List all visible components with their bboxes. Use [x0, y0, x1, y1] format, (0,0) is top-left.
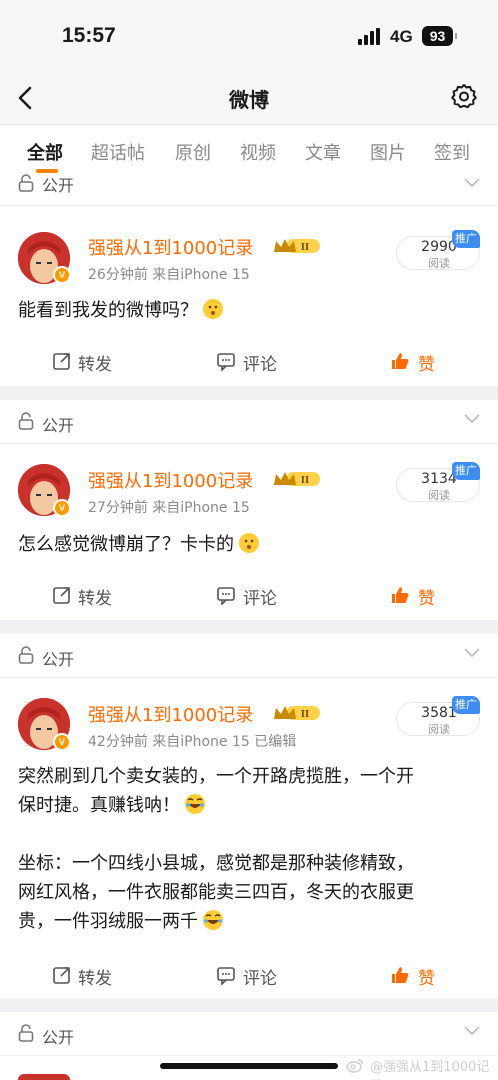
- repost-button[interactable]: 转发: [78, 964, 112, 989]
- username[interactable]: 强强从1到1000记录: [88, 467, 253, 493]
- tab-checkin[interactable]: 签到: [434, 139, 470, 165]
- promote-badge[interactable]: 推广: [452, 230, 480, 248]
- repost-icon: [53, 353, 70, 370]
- post-actions: 转发 评论 赞: [0, 576, 498, 616]
- emoji-icon: [203, 910, 223, 930]
- comment-button[interactable]: 评论: [243, 964, 277, 989]
- comment-icon: [217, 967, 235, 985]
- visibility-row[interactable]: 公开: [0, 634, 498, 678]
- verified-badge-icon: V: [53, 266, 71, 284]
- post-meta: 42分钟前 来自iPhone 15 已编辑: [88, 734, 297, 750]
- post-actions: 转发 评论 赞: [0, 956, 498, 996]
- lock-icon: [18, 646, 34, 664]
- post-meta: 26分钟前 来自iPhone 15: [88, 267, 250, 283]
- like-button[interactable]: 赞: [418, 584, 435, 609]
- crown-icon: II: [274, 239, 320, 253]
- watermark: @强强从1到1000记录: [370, 1060, 490, 1080]
- verified-badge-icon: V: [53, 499, 71, 517]
- visibility-label: 公开: [42, 650, 75, 669]
- chevron-down-icon[interactable]: [464, 1024, 480, 1036]
- content-line: 保时捷。真赚钱呐！: [18, 791, 478, 820]
- username[interactable]: 强强从1到1000记录: [88, 234, 253, 260]
- chevron-down-icon[interactable]: [464, 412, 480, 424]
- tab-article[interactable]: 文章: [305, 139, 341, 165]
- gear-icon[interactable]: [450, 82, 478, 110]
- svg-text:II: II: [301, 243, 309, 253]
- post-card: 公开 V 强强从1到1000记录 II 42分钟前 来自iPhone 15 已编…: [0, 634, 498, 998]
- nav-bar: 微博: [0, 72, 498, 124]
- emoji-icon: [203, 299, 223, 319]
- tab-image[interactable]: 图片: [370, 139, 406, 165]
- content-line: 贵，一件羽绒服一两千: [18, 907, 478, 936]
- post-meta: 27分钟前 来自iPhone 15: [88, 500, 250, 516]
- thumbs-up-icon: [392, 967, 409, 983]
- tab-super-topic[interactable]: 超话帖: [91, 139, 145, 165]
- post-actions: 转发 评论 赞: [0, 342, 498, 382]
- like-button[interactable]: 赞: [418, 964, 435, 989]
- comment-button[interactable]: 评论: [243, 350, 277, 375]
- read-label: 阅读: [428, 257, 450, 270]
- promote-badge[interactable]: 推广: [452, 696, 480, 714]
- content-line: 坐标：一个四线小县城，感觉都是那种装修精致，: [18, 853, 414, 874]
- promote-badge[interactable]: 推广: [452, 462, 480, 480]
- verified-badge-icon: V: [53, 733, 71, 751]
- like-button[interactable]: 赞: [418, 350, 435, 375]
- post-card: 公开 V 强强从1到1000记录 II 27分钟前 来自iPhone 15 31…: [0, 400, 498, 620]
- svg-text:II: II: [301, 710, 309, 720]
- lock-icon: [18, 412, 34, 430]
- chevron-down-icon[interactable]: [464, 176, 480, 188]
- visibility-label: 公开: [42, 416, 75, 435]
- repost-button[interactable]: 转发: [78, 350, 112, 375]
- avatar[interactable]: [18, 1074, 70, 1080]
- signal-icon: [358, 28, 380, 45]
- comment-icon: [217, 587, 235, 605]
- status-bar: 15:57 4G 93: [0, 0, 498, 72]
- read-label: 阅读: [428, 489, 450, 502]
- read-label: 阅读: [428, 723, 450, 736]
- tab-video[interactable]: 视频: [240, 139, 276, 165]
- visibility-row[interactable]: 公开: [0, 1012, 498, 1056]
- comment-button[interactable]: 评论: [243, 584, 277, 609]
- visibility-label: 公开: [42, 176, 75, 195]
- visibility-row[interactable]: 公开: [0, 170, 498, 206]
- status-time: 15:57: [62, 24, 116, 47]
- visibility-row[interactable]: 公开: [0, 400, 498, 444]
- chevron-down-icon[interactable]: [464, 646, 480, 658]
- weibo-logo-icon: [346, 1059, 363, 1073]
- username[interactable]: 强强从1到1000记录: [88, 701, 253, 727]
- battery-icon: 93: [422, 26, 457, 46]
- content-line: 突然刷到几个卖女装的，一个开路虎揽胜，一个开: [18, 766, 414, 787]
- post-content: 怎么感觉微博崩了？卡卡的: [18, 530, 478, 559]
- home-indicator[interactable]: [160, 1063, 338, 1069]
- network-type: 4G: [390, 27, 413, 46]
- content-line: 网红风格，一件衣服都能卖三四百，冬天的衣服更: [18, 882, 414, 903]
- tab-original[interactable]: 原创: [175, 139, 211, 165]
- post-card: 公开 V 强强从1到1000记录 II 26分钟前 来自iPhone 15 29…: [0, 174, 498, 386]
- crown-icon: II: [274, 472, 320, 486]
- page-title: 微博: [229, 88, 269, 112]
- repost-button[interactable]: 转发: [78, 584, 112, 609]
- visibility-label: 公开: [42, 1028, 75, 1047]
- crown-icon: II: [274, 706, 320, 720]
- emoji-icon: [239, 533, 259, 553]
- thumbs-up-icon: [392, 353, 409, 369]
- lock-icon: [18, 1024, 34, 1042]
- lock-icon: [18, 174, 34, 192]
- post-content: 突然刷到几个卖女装的，一个开路虎揽胜，一个开 保时捷。真赚钱呐！ 坐标：一个四线…: [18, 762, 478, 936]
- tab-all[interactable]: 全部: [27, 139, 63, 165]
- svg-text:II: II: [301, 476, 309, 486]
- emoji-icon: [185, 794, 205, 814]
- post-content: 能看到我发的微博吗？: [18, 296, 478, 325]
- comment-icon: [217, 353, 235, 371]
- repost-icon: [53, 587, 70, 604]
- repost-icon: [53, 967, 70, 984]
- thumbs-up-icon: [392, 587, 409, 603]
